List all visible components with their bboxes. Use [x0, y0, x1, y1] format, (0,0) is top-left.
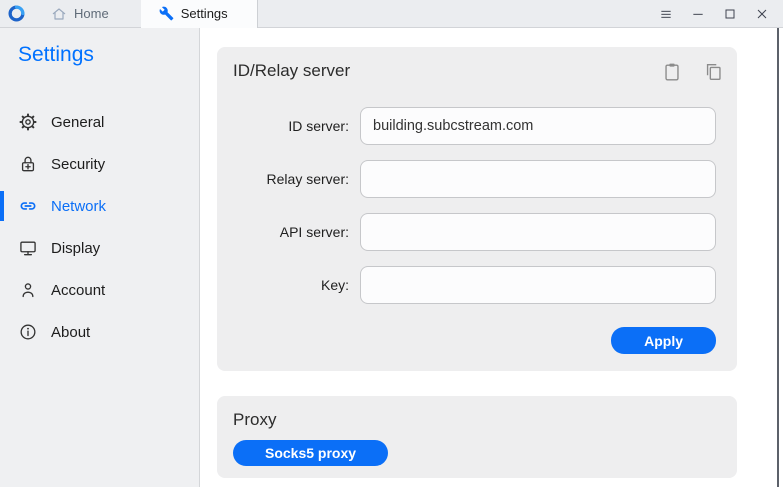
tab-settings[interactable]: Settings: [141, 0, 258, 28]
tab-home[interactable]: Home: [37, 0, 123, 28]
api-server-row: API server:: [233, 213, 737, 251]
sidebar-item-label: Network: [51, 198, 106, 215]
relay-server-row: Relay server:: [233, 160, 737, 198]
copy-icon[interactable]: [703, 61, 725, 83]
info-icon: [18, 322, 38, 342]
sidebar-item-label: Account: [51, 282, 105, 299]
sidebar-item-security[interactable]: Security: [0, 143, 199, 185]
proxy-card: Proxy Socks5 proxy: [217, 396, 737, 478]
maximize-icon[interactable]: [719, 3, 741, 25]
sidebar-item-label: Security: [51, 156, 105, 173]
settings-content: ID/Relay server ID server: Relay server:: [200, 28, 783, 487]
id-server-row: ID server:: [233, 107, 737, 145]
person-icon: [18, 280, 38, 300]
gear-icon: [18, 112, 38, 132]
api-server-label: API server:: [233, 224, 349, 240]
apply-row: Apply: [217, 327, 737, 354]
id-server-label: ID server:: [233, 118, 349, 134]
card-title: ID/Relay server: [217, 47, 737, 81]
close-icon[interactable]: [751, 3, 773, 25]
card-actions: [661, 61, 725, 83]
sidebar-item-label: General: [51, 114, 104, 131]
title-bar: Home Settings: [0, 0, 783, 28]
sidebar-item-general[interactable]: General: [0, 101, 199, 143]
menu-icon[interactable]: [655, 3, 677, 25]
lock-icon: [18, 154, 38, 174]
minimize-icon[interactable]: [687, 3, 709, 25]
app-logo-icon: [8, 5, 25, 22]
sidebar-item-label: About: [51, 324, 90, 341]
id-relay-server-card: ID/Relay server ID server: Relay server:: [217, 47, 737, 371]
key-row: Key:: [233, 266, 737, 304]
sidebar-item-label: Display: [51, 240, 100, 257]
api-server-input[interactable]: [360, 213, 716, 251]
id-server-input[interactable]: [360, 107, 716, 145]
settings-sidebar: Settings General: [0, 28, 200, 487]
key-label: Key:: [233, 277, 349, 293]
key-input[interactable]: [360, 266, 716, 304]
sidebar-nav: General Security Network: [0, 101, 199, 353]
wrench-icon: [159, 6, 174, 21]
sidebar-item-display[interactable]: Display: [0, 227, 199, 269]
sidebar-item-account[interactable]: Account: [0, 269, 199, 311]
sidebar-title: Settings: [18, 40, 199, 70]
monitor-icon: [18, 238, 38, 258]
socks5-proxy-button[interactable]: Socks5 proxy: [233, 440, 388, 466]
relay-server-input[interactable]: [360, 160, 716, 198]
tab-home-label: Home: [74, 6, 109, 21]
window-controls: [655, 3, 783, 25]
apply-button[interactable]: Apply: [611, 327, 716, 354]
sidebar-item-about[interactable]: About: [0, 311, 199, 353]
link-icon: [18, 196, 38, 216]
home-icon: [51, 6, 67, 22]
relay-server-label: Relay server:: [233, 171, 349, 187]
paste-icon[interactable]: [661, 61, 683, 83]
tab-settings-label: Settings: [181, 6, 228, 21]
card-title: Proxy: [217, 396, 737, 430]
vertical-scrollbar[interactable]: [777, 28, 779, 487]
sidebar-item-network[interactable]: Network: [0, 185, 199, 227]
selected-indicator: [0, 191, 4, 221]
